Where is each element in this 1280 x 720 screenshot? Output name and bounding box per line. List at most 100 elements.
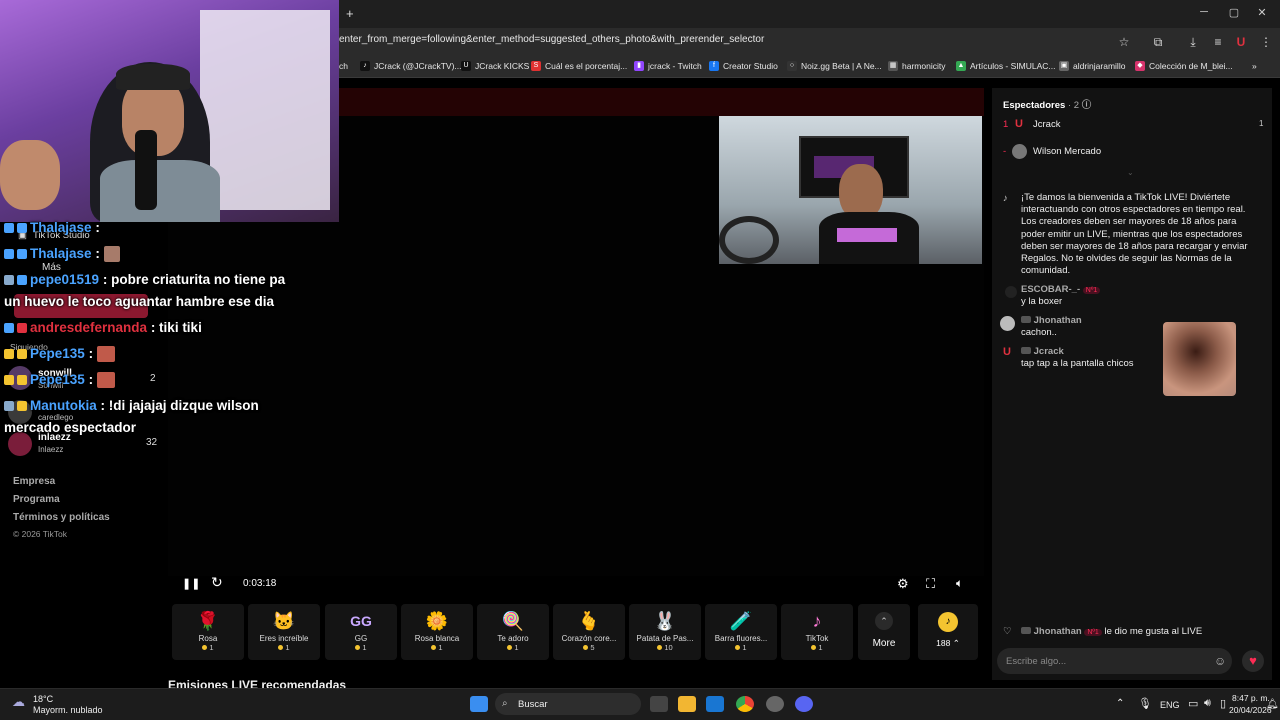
gift-icon: 🌹 — [196, 611, 220, 631]
language-indicator[interactable]: ENG — [1160, 700, 1180, 710]
guest-video[interactable] — [719, 116, 982, 264]
url-text[interactable]: enter_from_merge=following&enter_method=… — [339, 34, 764, 45]
refresh-icon[interactable]: ↻ — [211, 574, 223, 591]
volume-tray-icon[interactable]: 🔊︎ — [1204, 697, 1211, 710]
chevron-down-icon[interactable]: ⌄ — [1127, 168, 1134, 177]
bookmark-item[interactable]: ▦ harmonicity — [888, 61, 945, 71]
task-view-icon[interactable] — [650, 696, 668, 712]
emoji-icon[interactable]: ☺ — [1214, 654, 1226, 668]
overlay-chat-line: Manutokia : !di jajajaj dizque wilson — [4, 398, 259, 413]
taskbar-search-label: Buscar — [518, 699, 548, 710]
bookmark-item[interactable]: ▲ Artículos - SIMULAC... — [956, 61, 1056, 71]
following-sub: Inlaezz — [38, 445, 64, 454]
chrome-icon[interactable] — [736, 696, 754, 712]
like-button[interactable]: ♥ — [1242, 650, 1264, 672]
more-bookmarks[interactable]: » — [1252, 61, 1257, 71]
tray-chevron-icon[interactable]: ⌃ — [1116, 698, 1124, 709]
extensions-icon[interactable]: ⧉ — [1150, 35, 1166, 50]
weather-icon[interactable]: ☁ — [12, 694, 25, 710]
bookmark-item[interactable]: ▮ jcrack - Twitch — [634, 61, 702, 71]
gift-icon: 🧪 — [729, 611, 753, 631]
bookmark-item[interactable]: U JCrack KICKS — [461, 61, 529, 71]
maximize-button[interactable]: ▢ — [1226, 6, 1242, 19]
weather-desc[interactable]: Mayorm. nublado — [33, 705, 103, 715]
bookmark-item[interactable]: ▣ aldrinjaramillo — [1059, 61, 1125, 71]
settings-icon[interactable]: ⚙ — [897, 576, 909, 592]
chat-text: tap tap a la pantalla chicos — [1021, 358, 1134, 369]
viewer-score: 1 — [1259, 119, 1264, 128]
viewer-rank: - — [1003, 146, 1007, 157]
mail-icon[interactable] — [706, 696, 724, 712]
overlay-chat-line: Pepe135 : — [4, 346, 118, 363]
chat-text: y la boxer — [1021, 296, 1063, 307]
following-count: 32 — [146, 437, 158, 448]
taskbar-search[interactable] — [495, 693, 641, 715]
bookmark-item[interactable]: S Cuál es el porcentaj... — [531, 61, 627, 71]
minimize-button[interactable]: ─ — [1196, 6, 1212, 18]
footer-link-terms[interactable]: Términos y políticas — [13, 512, 110, 523]
gift-item[interactable]: ♪ TikTok 1 — [781, 604, 853, 660]
bookmark-item[interactable]: ♪ JCrack (@JCrackTV)... — [360, 61, 462, 71]
close-window-button[interactable]: ✕ — [1254, 6, 1270, 19]
menu-icon[interactable]: ⋮ — [1258, 35, 1274, 49]
info-icon[interactable]: ⓘ — [1082, 100, 1092, 111]
pause-icon[interactable]: ❚❚ — [182, 577, 200, 590]
gift-item[interactable]: 🌼 Rosa blanca 1 — [401, 604, 473, 660]
viewer-name[interactable]: Wilson Mercado — [1033, 146, 1101, 157]
fullscreen-icon[interactable]: ⛶ — [926, 576, 935, 592]
gift-item[interactable]: 🧪 Barra fluores... 1 — [705, 604, 777, 660]
windows-start-icon[interactable] — [470, 696, 488, 712]
overlay-chat-line: un huevo le toco aguantar hambre ese dia — [4, 294, 275, 309]
live-header-band — [339, 88, 984, 116]
network-icon[interactable]: ▭ — [1188, 697, 1198, 710]
bookmark-item[interactable]: ○ Noiz.gg Beta | A Ne... — [787, 61, 882, 71]
following-count: 2 — [150, 373, 156, 384]
clock-time[interactable]: 8:47 p. m. — [1232, 693, 1270, 703]
overlay-chat-line: andresdefernanda : tiki tiki — [4, 320, 202, 335]
gifts-more-button[interactable]: ⌃ More — [858, 604, 910, 660]
gift-item[interactable]: 🫰 Corazón core... 5 — [553, 604, 625, 660]
gift-item[interactable]: 🍭 Te adoro 1 — [477, 604, 549, 660]
bookmark-item[interactable]: ch — [339, 61, 348, 71]
fist — [0, 140, 60, 210]
overlay-chat-line: mercado espectador — [4, 420, 137, 435]
microphone-icon[interactable]: 🎙︎ — [1138, 697, 1152, 710]
gift-item[interactable]: GG GG 1 — [325, 604, 397, 660]
new-tab-button[interactable]: + — [346, 6, 354, 21]
viewer-rank: 1 — [1003, 119, 1009, 130]
gift-item[interactable]: 🌹 Rosa 1 — [172, 604, 244, 660]
mic-light — [837, 228, 897, 242]
weather-temp[interactable]: 18°C — [33, 694, 53, 704]
tiktok-icon: ♪ — [1003, 193, 1008, 204]
discord-icon[interactable] — [795, 696, 813, 712]
gift-icon: 🍭 — [501, 611, 525, 631]
gift-item[interactable]: 🐱 Eres increíble 1 — [248, 604, 320, 660]
steering-wheel — [719, 216, 779, 264]
like-event: Jhonathan Nº1 le dio me gusta al LIVE — [1021, 626, 1202, 637]
bookmark-item[interactable]: ◆ Colección de M_blei... — [1135, 61, 1233, 71]
media-icon[interactable]: ≡ — [1210, 35, 1226, 49]
gift-icon: 🫰 — [577, 611, 601, 631]
copyright: © 2026 TikTok — [13, 529, 67, 539]
volume-icon[interactable]: 🔈︎ — [956, 576, 963, 591]
chat-text: cachon.. — [1021, 327, 1057, 338]
battery-icon[interactable]: ▯ — [1220, 697, 1226, 710]
file-explorer-icon[interactable] — [678, 696, 696, 712]
footer-link-empresa[interactable]: Empresa — [13, 476, 55, 487]
coin-icon: ♪ — [938, 612, 958, 632]
app-icon[interactable] — [766, 696, 784, 712]
viewer-name[interactable]: Jcrack — [1033, 119, 1060, 130]
player-controls — [168, 570, 984, 598]
avatar[interactable] — [8, 432, 32, 456]
heart-icon: ♡ — [1003, 626, 1012, 637]
download-icon[interactable]: ⤓ — [1185, 35, 1201, 50]
profile-icon[interactable]: U — [1233, 35, 1249, 49]
coins-button[interactable]: ♪ 188 ⌃ — [918, 604, 978, 660]
bookmark-item[interactable]: f Creator Studio — [709, 61, 778, 71]
star-icon[interactable]: ☆ — [1116, 35, 1132, 49]
gift-icon: 🐰 — [653, 611, 677, 631]
search-icon: ⌕ — [502, 698, 508, 709]
footer-link-programa[interactable]: Programa — [13, 494, 60, 505]
gift-item[interactable]: 🐰 Patata de Pas... 10 — [629, 604, 701, 660]
notification-icon[interactable]: 🔔︎ — [1266, 699, 1279, 710]
